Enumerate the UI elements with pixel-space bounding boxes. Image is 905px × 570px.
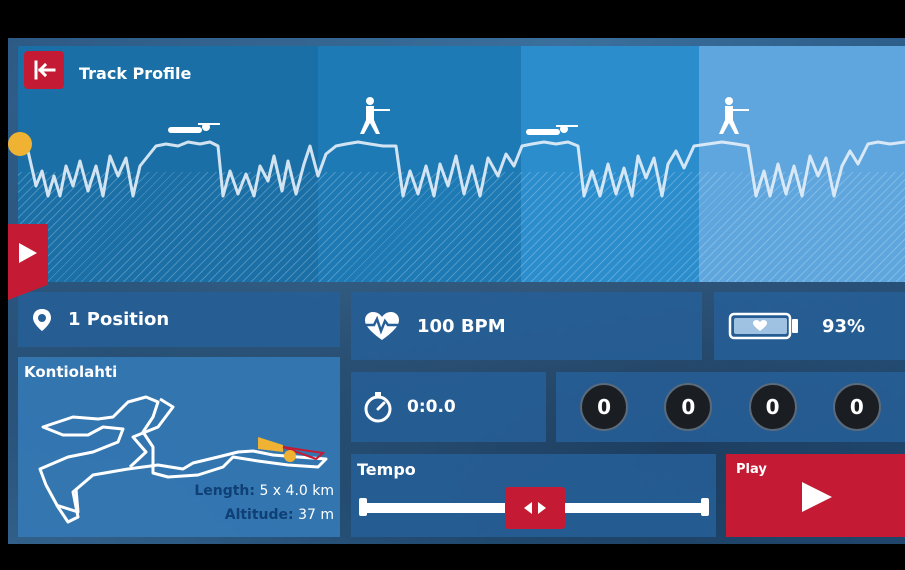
play-icon	[19, 243, 37, 263]
target-2: 0	[664, 383, 713, 431]
track-length-value: 5 x 4.0 km	[259, 483, 334, 499]
track-profile: Track Profile	[18, 46, 905, 282]
track-map-panel: Kontiolahti Length: 5 x 4.0 km Altitude:…	[18, 357, 340, 537]
play-button[interactable]: Play	[726, 454, 905, 537]
target-3: 0	[748, 383, 797, 431]
timer-panel: 0:0.0	[351, 372, 546, 442]
track-altitude-value: 37 m	[298, 507, 334, 523]
tempo-label: Tempo	[357, 460, 416, 479]
position-panel: 1 Position	[18, 292, 340, 347]
standing-shooter-icon	[356, 96, 390, 138]
track-altitude-key: Altitude:	[224, 507, 294, 523]
track-altitude: Altitude: 37 m	[225, 507, 334, 523]
track-length: Length: 5 x 4.0 km	[194, 483, 334, 499]
target-1: 0	[580, 383, 629, 431]
tempo-slider-min	[359, 498, 367, 516]
tempo-panel: Tempo	[351, 454, 716, 537]
page-title: Track Profile	[79, 64, 192, 83]
progress-marker[interactable]	[8, 132, 32, 156]
back-button[interactable]	[24, 51, 64, 89]
prone-shooter-icon	[526, 118, 578, 142]
tempo-slider-max	[701, 498, 709, 516]
tempo-slider-knob[interactable]	[505, 487, 565, 529]
elevation-line	[18, 140, 905, 198]
stopwatch-icon	[364, 392, 392, 423]
left-right-arrows-icon	[524, 502, 546, 514]
heart-rate-icon	[365, 312, 399, 340]
battery-icon	[728, 312, 798, 340]
track-length-key: Length:	[194, 483, 255, 499]
heart-rate-panel: 100 BPM	[351, 292, 702, 360]
shot-targets-panel: 0 0 0 0	[556, 372, 905, 442]
heart-rate-value: 100 BPM	[417, 315, 506, 337]
position-label: 1 Position	[68, 309, 170, 330]
prone-shooter-icon	[168, 116, 220, 140]
target-4: 0	[832, 383, 881, 431]
location-pin-icon	[33, 308, 51, 331]
battery-panel: 93%	[714, 292, 905, 360]
play-label: Play	[736, 462, 767, 477]
battery-value: 93%	[822, 315, 866, 337]
game-screen: Track Profile 1 Position 100 BPM 93% Kon…	[8, 38, 905, 544]
timer-value: 0:0.0	[407, 397, 456, 417]
play-icon	[802, 482, 832, 512]
back-arrow-icon	[34, 60, 56, 80]
standing-shooter-icon	[715, 96, 749, 138]
